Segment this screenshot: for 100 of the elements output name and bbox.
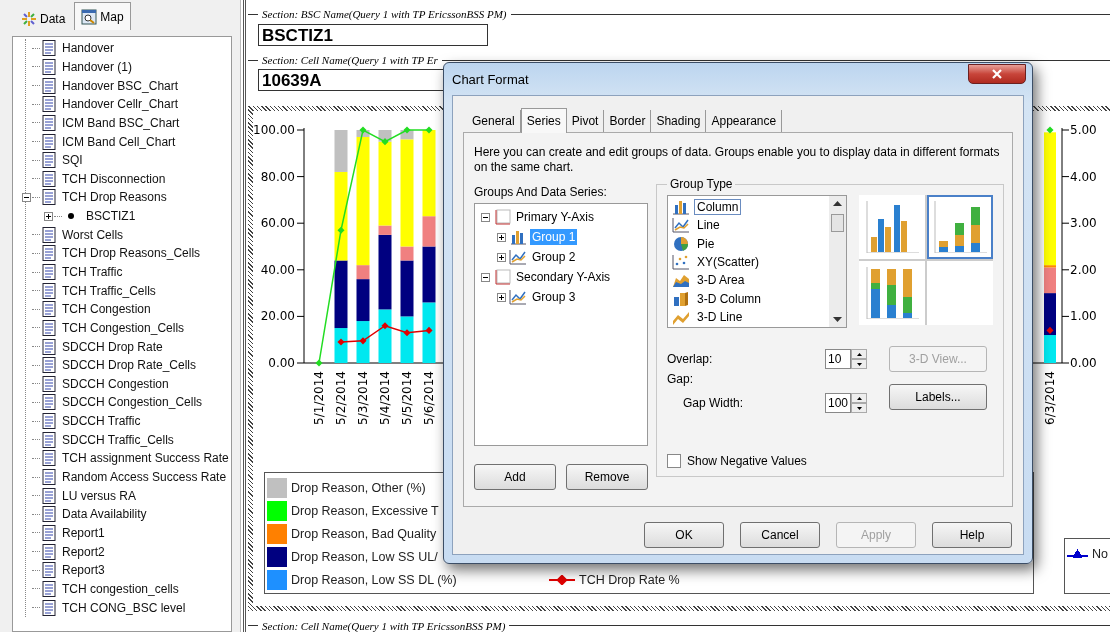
legend-label: No: [1092, 546, 1108, 561]
report-item[interactable]: Worst Cells: [62, 227, 124, 242]
pane-tab[interactable]: Map: [74, 2, 131, 30]
point: [425, 126, 433, 134]
expand-icon[interactable]: [497, 252, 506, 262]
report-item[interactable]: Handover: [62, 41, 115, 56]
legend-label: Drop Reason, Bad Quality: [291, 526, 437, 541]
report-item[interactable]: Report1: [62, 525, 105, 540]
bar-segment: [422, 302, 436, 364]
scroll-down-icon[interactable]: [833, 317, 842, 323]
report-item[interactable]: TCH Congestion_Cells: [62, 320, 185, 335]
chart-type-item[interactable]: Line: [694, 217, 723, 234]
report-item[interactable]: SDCCH Drop Rate_Cells: [62, 358, 197, 373]
report-item[interactable]: SQI: [62, 153, 83, 168]
point: [381, 138, 389, 146]
chart-type-item[interactable]: Column: [694, 199, 742, 216]
chart-type-item[interactable]: 3-D Column: [694, 290, 765, 307]
expand-icon[interactable]: [497, 292, 506, 302]
labels-button[interactable]: Labels...: [889, 384, 987, 410]
document-icon: [42, 469, 56, 486]
point: [359, 126, 367, 134]
report-item[interactable]: SDCCH Drop Rate: [62, 339, 163, 354]
group-title: Group Type: [669, 177, 734, 191]
dialog-button[interactable]: Cancel: [740, 522, 820, 548]
chart-type-item[interactable]: XY(Scatter): [694, 254, 762, 271]
gap-width-field[interactable]: 100: [825, 393, 851, 413]
series-tree-item[interactable]: Group 3: [530, 289, 578, 305]
report-item[interactable]: TCH assignment Success Rate: [62, 451, 229, 466]
column-chart-icon: [672, 199, 690, 216]
document-icon: [42, 152, 56, 169]
series-tree-item[interactable]: Primary Y-Axis: [514, 209, 597, 225]
chart-subtype-option[interactable]: [927, 195, 993, 259]
report-item[interactable]: TCH Disconnection: [62, 171, 166, 186]
point: [403, 329, 411, 337]
chart-subtype-option[interactable]: [859, 195, 925, 259]
chart-type-item[interactable]: 3-D Line: [694, 308, 746, 325]
report-item[interactable]: TCH congestion_cells: [62, 581, 179, 596]
report-item[interactable]: TCH Traffic: [62, 265, 123, 279]
report-item[interactable]: SDCCH Traffic: [62, 414, 141, 429]
point: [425, 327, 433, 335]
report-item[interactable]: Random Access Success Rate: [62, 470, 227, 485]
report-item[interactable]: SDCCH Congestion_Cells: [62, 395, 203, 410]
collapse-icon[interactable]: [481, 212, 490, 222]
bar-segment: [400, 316, 414, 364]
spin-up-button[interactable]: [851, 349, 867, 359]
scroll-up-icon[interactable]: [833, 200, 842, 206]
collapse-icon[interactable]: [481, 272, 490, 282]
section-heading: Section: Cell Name(Query 1 with TP Er: [261, 54, 439, 66]
series-tree-item[interactable]: Group 2: [530, 249, 578, 265]
arrow-down-icon: [856, 362, 862, 366]
chart-type-item[interactable]: 3-D Area: [694, 272, 748, 289]
report-item[interactable]: Handover BSC_Chart: [62, 78, 179, 93]
dialog-tab[interactable]: Series: [520, 108, 567, 133]
scatter-chart-icon: [672, 254, 690, 271]
report-item[interactable]: SDCCH Traffic_Cells: [62, 432, 174, 447]
arrow-up-icon: [856, 396, 862, 400]
report-item[interactable]: TCH Congestion: [62, 302, 151, 317]
document-icon: [42, 543, 56, 560]
report-item[interactable]: BSCTIZ1: [86, 209, 136, 224]
axis-tick-label: 0.00: [268, 356, 295, 371]
expand-icon[interactable]: [497, 232, 506, 242]
series-button[interactable]: Remove: [566, 464, 648, 490]
report-item[interactable]: ICM Band BSC_Chart: [62, 115, 180, 130]
series-tree-item[interactable]: Secondary Y-Axis: [514, 269, 613, 285]
collapse-icon[interactable]: [21, 192, 31, 202]
document-icon: [42, 77, 56, 94]
report-item[interactable]: TCH Traffic_Cells: [62, 283, 156, 298]
report-item[interactable]: SDCCH Congestion: [62, 376, 169, 391]
report-item[interactable]: TCH Drop Reasons_Cells: [62, 246, 201, 261]
report-item[interactable]: Report2: [62, 544, 105, 559]
chart-subtype-option[interactable]: [859, 261, 925, 325]
spin-up-button[interactable]: [851, 393, 867, 403]
expand-icon[interactable]: [43, 211, 53, 221]
report-item[interactable]: ICM Band Cell_Chart: [62, 134, 176, 149]
report-item[interactable]: LU versus RA: [62, 488, 137, 503]
axis-tick-label: 20.00: [260, 309, 295, 324]
overlap-field[interactable]: 10: [825, 349, 851, 369]
dialog-button[interactable]: Help: [932, 522, 1012, 548]
dialog-button[interactable]: OK: [644, 522, 724, 548]
window-magnifier-icon: [81, 8, 98, 25]
bullet-icon: [68, 213, 74, 220]
report-item[interactable]: Handover Cellr_Chart: [62, 97, 179, 112]
report-item[interactable]: Report3: [62, 563, 105, 578]
checkbox[interactable]: [667, 454, 681, 468]
scrollbar[interactable]: [829, 196, 846, 327]
legend-label: Drop Reason, Other (%): [291, 480, 426, 495]
spin-down-button[interactable]: [851, 403, 867, 413]
report-item[interactable]: Handover (1): [62, 59, 133, 74]
chart-type-item[interactable]: Pie: [694, 235, 718, 252]
report-item[interactable]: Data Availability: [62, 507, 147, 522]
document-icon: [42, 524, 56, 541]
point: [381, 322, 389, 330]
scroll-thumb[interactable]: [831, 214, 844, 232]
close-button[interactable]: [968, 64, 1026, 84]
series-button[interactable]: Add: [474, 464, 556, 490]
report-item[interactable]: TCH CONG_BSC level: [62, 600, 186, 615]
spin-down-button[interactable]: [851, 359, 867, 369]
report-item[interactable]: TCH Drop Reasons: [62, 190, 167, 205]
axis-icon: [493, 209, 511, 225]
pie-chart-icon: [672, 235, 690, 252]
